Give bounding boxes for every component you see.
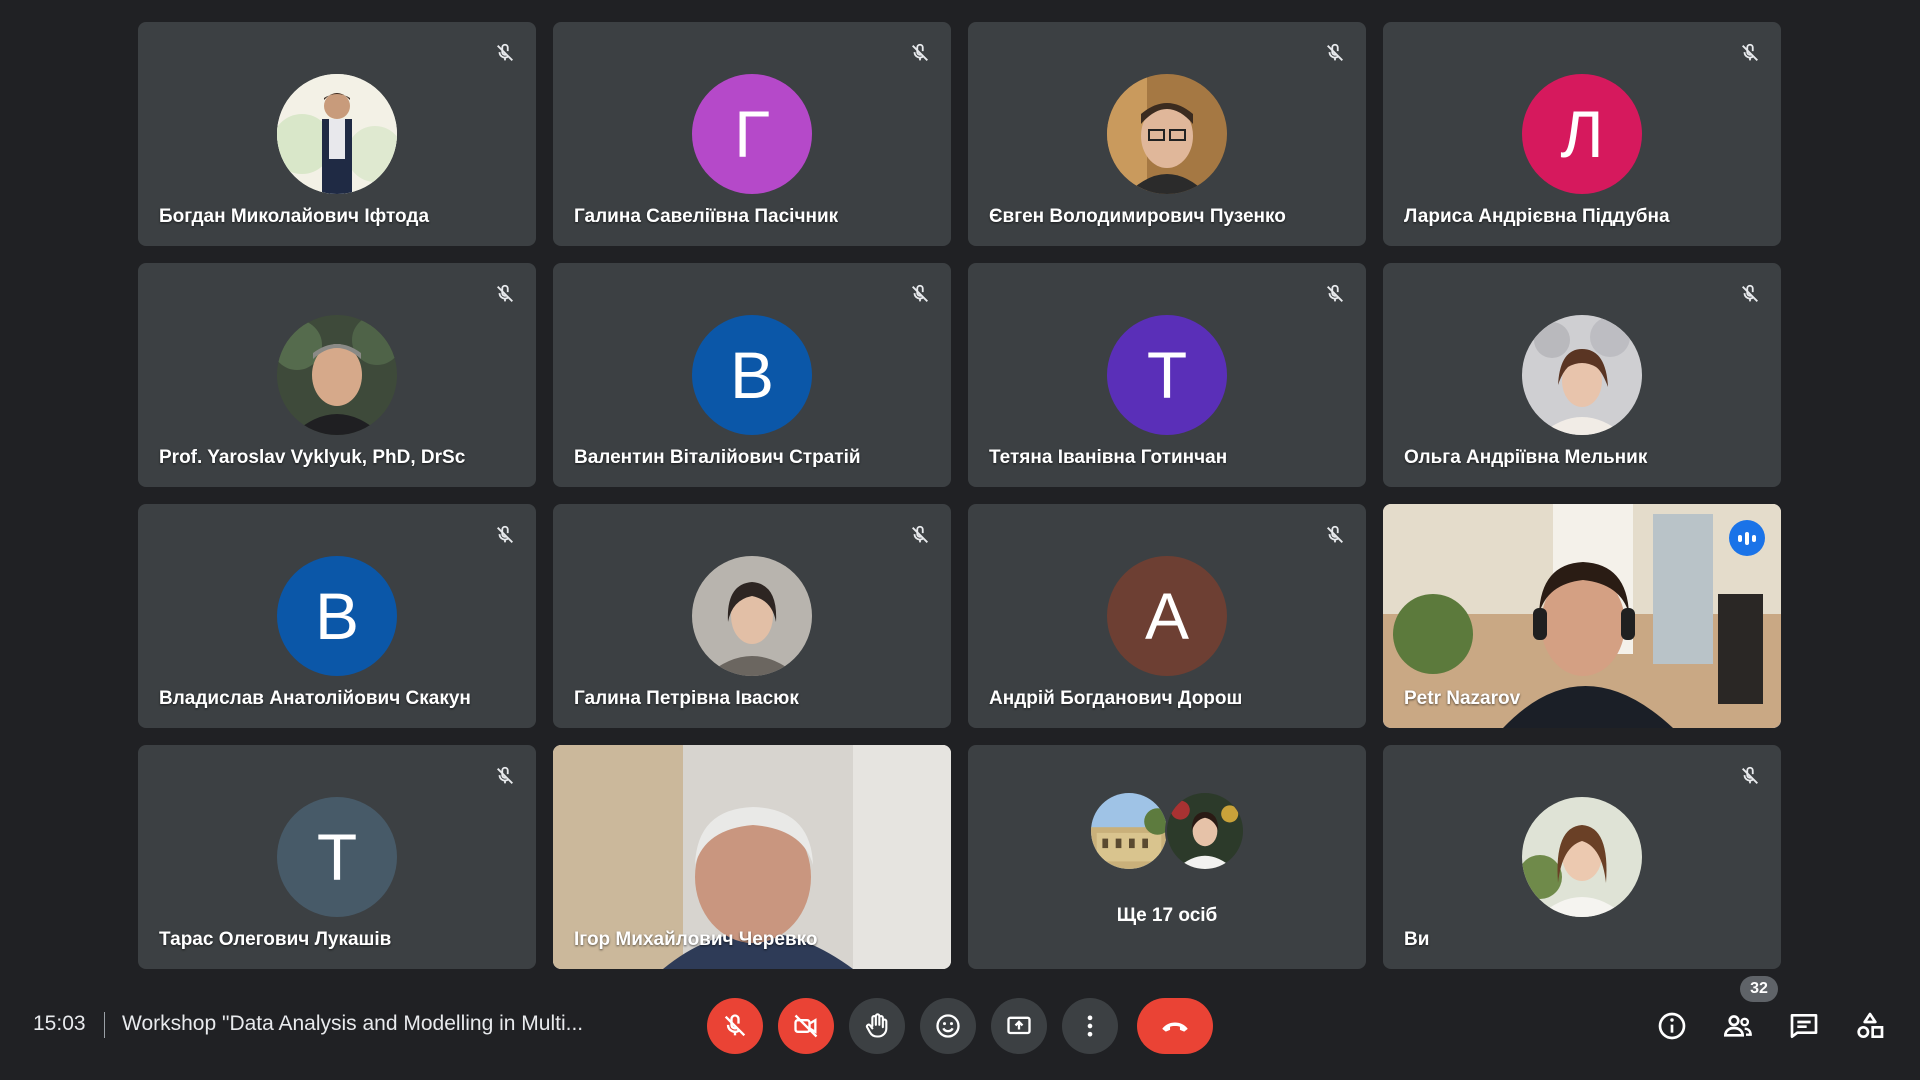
raise-hand-icon: [865, 1013, 888, 1038]
people-button[interactable]: [1716, 1004, 1760, 1048]
participant-avatar-initial: В: [692, 315, 812, 435]
camera-toggle-button[interactable]: [778, 998, 834, 1054]
participant-count-badge: 32: [1740, 976, 1778, 1002]
mic-muted-icon: [907, 40, 933, 66]
chat-button[interactable]: [1782, 1004, 1826, 1048]
microphone-toggle-button[interactable]: [707, 998, 763, 1054]
participant-tile[interactable]: Т Тетяна Іванівна Готинчан: [968, 263, 1366, 487]
meeting-control-bar: 15:03 Workshop "Data Analysis and Modell…: [0, 972, 1920, 1080]
participant-tile[interactable]: Галина Петрівна Івасюк: [553, 504, 951, 728]
participant-avatar-photo: [1522, 315, 1642, 435]
participant-avatar-photo: [1107, 74, 1227, 194]
participant-avatar-initial: В: [277, 556, 397, 676]
participant-avatar-initial: Л: [1522, 74, 1642, 194]
participant-avatar-initial: Т: [1107, 315, 1227, 435]
participant-tile[interactable]: Євген Володимирович Пузенко: [968, 22, 1366, 246]
participant-avatar-photo: [1165, 791, 1245, 871]
participant-name: Валентин Віталійович Стратій: [574, 447, 861, 468]
activities-button[interactable]: [1848, 1004, 1892, 1048]
self-tile[interactable]: Ви: [1383, 745, 1781, 969]
mic-muted-icon: [1322, 40, 1348, 66]
participant-name: Ігор Михайлович Черевко: [574, 929, 818, 950]
meeting-title: Workshop "Data Analysis and Modelling in…: [122, 1012, 584, 1035]
info-icon: [1658, 1012, 1686, 1040]
meeting-details-button[interactable]: [1650, 1004, 1694, 1048]
participant-tile[interactable]: Т Тарас Олегович Лукашів: [138, 745, 536, 969]
participant-tile[interactable]: Л Лариса Андрієвна Піддубна: [1383, 22, 1781, 246]
people-icon: [1723, 1015, 1752, 1037]
more-options-icon: [1087, 1015, 1093, 1037]
mic-muted-icon: [907, 522, 933, 548]
participant-name: Лариса Андрієвна Піддубна: [1404, 206, 1670, 227]
participant-name: Андрій Богданович Дорош: [989, 688, 1243, 709]
participant-tile[interactable]: В Валентин Віталійович Стратій: [553, 263, 951, 487]
meeting-clock: 15:03: [33, 1012, 86, 1035]
participant-tile[interactable]: Богдан Миколайович Іфтода: [138, 22, 536, 246]
participant-avatar-photo: [1089, 791, 1169, 871]
mic-muted-icon: [492, 281, 518, 307]
mic-muted-icon: [907, 281, 933, 307]
participant-avatar-initial: Т: [277, 797, 397, 917]
divider: [104, 1012, 105, 1038]
speaking-indicator-icon: [1729, 520, 1765, 556]
participant-avatar-initial: А: [1107, 556, 1227, 676]
participant-tile[interactable]: Ігор Михайлович Черевко: [553, 745, 951, 969]
present-screen-icon: [1007, 1016, 1031, 1035]
participant-name: Богдан Миколайович Іфтода: [159, 206, 430, 227]
participant-name: Євген Володимирович Пузенко: [989, 206, 1286, 227]
activities-icon: [1857, 1012, 1884, 1038]
camera-off-icon: [794, 1014, 818, 1038]
participant-name: Тетяна Іванівна Готинчан: [989, 447, 1228, 468]
mic-muted-icon: [492, 522, 518, 548]
participant-tile[interactable]: Г Галина Савеліївна Пасічник: [553, 22, 951, 246]
participant-name: Тарас Олегович Лукашів: [159, 929, 392, 950]
participant-grid: Богдан Миколайович Іфтода Г Галина Савел…: [138, 22, 1784, 969]
participant-tile[interactable]: А Андрій Богданович Дорош: [968, 504, 1366, 728]
participant-name: Владислав Анатолійович Скакун: [159, 688, 471, 709]
end-call-icon: [1162, 1022, 1188, 1032]
participant-name: Галина Петрівна Івасюк: [574, 688, 799, 709]
mic-off-icon: [724, 1014, 746, 1037]
mic-muted-icon: [492, 40, 518, 66]
participant-name: Petr Nazarov: [1404, 688, 1521, 709]
participant-name: Галина Савеліївна Пасічник: [574, 206, 839, 227]
mic-muted-icon: [1737, 281, 1763, 307]
participant-avatar-photo: [277, 74, 397, 194]
participant-tile-speaking[interactable]: Petr Nazarov: [1383, 504, 1781, 728]
participant-tile[interactable]: Prof. Yaroslav Vyklyuk, PhD, DrSc: [138, 263, 536, 487]
participant-tile[interactable]: Ольга Андріївна Мельник: [1383, 263, 1781, 487]
leave-call-button[interactable]: [1137, 998, 1213, 1054]
mic-muted-icon: [1737, 40, 1763, 66]
participant-name: Prof. Yaroslav Vyklyuk, PhD, DrSc: [159, 447, 466, 468]
more-options-button[interactable]: [1062, 998, 1118, 1054]
participant-name: Ольга Андріївна Мельник: [1404, 447, 1648, 468]
more-participants-label: Ще 17 осіб: [1116, 905, 1218, 926]
participant-avatar-initial: Г: [692, 74, 812, 194]
present-screen-button[interactable]: [991, 998, 1047, 1054]
reactions-button[interactable]: [920, 998, 976, 1054]
participant-avatar-photo: [1522, 797, 1642, 917]
emoji-icon: [936, 1014, 960, 1038]
mic-muted-icon: [1322, 281, 1348, 307]
more-participants-tile[interactable]: Ще 17 осіб: [968, 745, 1366, 969]
participant-name: Ви: [1404, 929, 1430, 950]
participant-avatar-photo: [277, 315, 397, 435]
mic-muted-icon: [1322, 522, 1348, 548]
participant-avatar-photo: [692, 556, 812, 676]
raise-hand-button[interactable]: [849, 998, 905, 1054]
mic-muted-icon: [1737, 763, 1763, 789]
participant-tile[interactable]: В Владислав Анатолійович Скакун: [138, 504, 536, 728]
more-participants-avatars: [1089, 791, 1245, 873]
mic-muted-icon: [492, 763, 518, 789]
chat-icon: [1790, 1014, 1818, 1038]
